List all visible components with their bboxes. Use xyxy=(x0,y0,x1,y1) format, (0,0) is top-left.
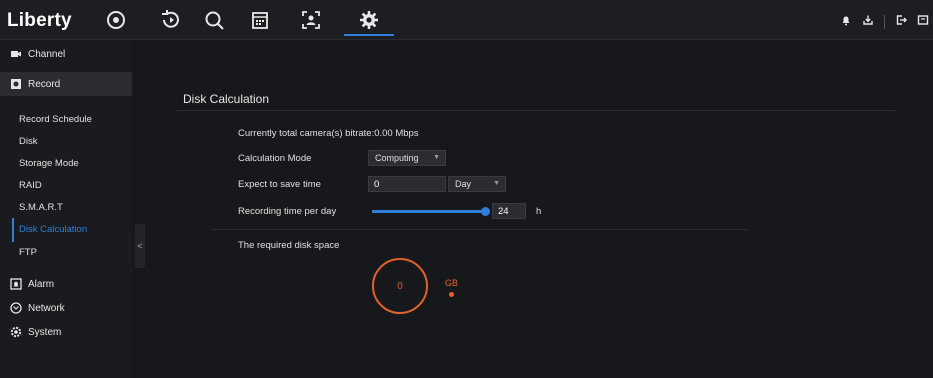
calculation-mode-value: Computing xyxy=(375,153,419,163)
search-icon[interactable] xyxy=(203,9,225,31)
sidebar-item-alarm[interactable]: Alarm xyxy=(0,272,132,296)
chevron-down-icon: ▼ xyxy=(433,154,440,161)
required-disk-space-label: The required disk space xyxy=(238,240,340,251)
expect-save-unit-select[interactable]: Day ▼ xyxy=(448,176,506,192)
disk-space-dot xyxy=(449,292,454,297)
main-content: Disk Calculation Currently total camera(… xyxy=(150,40,933,378)
disk-space-value: 0 xyxy=(397,280,403,292)
sidebar-item-system[interactable]: System xyxy=(0,320,132,344)
sidebar-subitem-smart[interactable]: S.M.A.R.T xyxy=(19,202,63,213)
sidebar-subitem-ftp[interactable]: FTP xyxy=(19,247,37,258)
chevron-down-icon: ▼ xyxy=(493,180,500,187)
sidebar-subitem-raid[interactable]: RAID xyxy=(19,180,42,191)
calculation-mode-select[interactable]: Computing ▼ xyxy=(368,150,446,166)
alarm-bell-icon[interactable] xyxy=(840,13,852,31)
active-tab-indicator xyxy=(344,34,394,36)
settings-gear-icon[interactable] xyxy=(358,9,380,31)
slider-handle[interactable] xyxy=(481,207,490,216)
system-gear-icon xyxy=(10,326,22,338)
header-separator xyxy=(884,15,885,29)
expect-save-time-input[interactable]: 0 xyxy=(368,176,446,192)
face-recognition-icon[interactable] xyxy=(300,9,322,31)
expect-save-time-label: Expect to save time xyxy=(238,179,321,190)
sidebar-item-record[interactable]: Record xyxy=(0,72,132,96)
sidebar-subitem-record-schedule[interactable]: Record Schedule xyxy=(19,114,92,125)
fullscreen-icon[interactable] xyxy=(917,13,929,31)
alarm-icon xyxy=(10,278,22,290)
download-icon[interactable] xyxy=(862,13,874,31)
disk-space-ring: 0 xyxy=(372,258,428,314)
slider-fill xyxy=(372,210,486,213)
header-actions xyxy=(840,13,933,31)
sidebar: Channel Record Record Schedule Disk Stor… xyxy=(0,40,132,378)
top-bar: Liberty xyxy=(0,0,933,40)
page-title: Disk Calculation xyxy=(183,92,270,106)
sidebar-item-label: Channel xyxy=(28,48,66,60)
live-view-icon[interactable] xyxy=(105,9,127,31)
title-divider xyxy=(177,110,895,111)
record-icon xyxy=(10,78,22,90)
sidebar-item-label: Alarm xyxy=(28,278,55,290)
expect-save-unit-value: Day xyxy=(455,179,472,189)
sidebar-subitem-disk-calculation[interactable]: Disk Calculation xyxy=(19,224,87,235)
sidebar-item-label: Network xyxy=(28,302,65,314)
calendar-icon[interactable] xyxy=(249,9,271,31)
recording-time-slider[interactable] xyxy=(372,207,490,216)
section-divider xyxy=(212,229,747,230)
sidebar-item-label: System xyxy=(28,326,62,338)
sidebar-subitem-disk[interactable]: Disk xyxy=(19,136,37,147)
bitrate-text: Currently total camera(s) bitrate:0.00 M… xyxy=(238,128,419,139)
sidebar-collapse-toggle[interactable]: < xyxy=(135,224,145,268)
calculation-mode-label: Calculation Mode xyxy=(238,153,312,164)
sidebar-item-channel[interactable]: Channel xyxy=(0,42,132,66)
camera-icon xyxy=(10,48,22,60)
logout-icon[interactable] xyxy=(895,13,907,31)
playback-icon[interactable] xyxy=(160,9,182,31)
recording-time-input[interactable]: 24 xyxy=(492,203,526,219)
recording-time-unit: h xyxy=(536,206,542,217)
network-icon xyxy=(10,302,22,314)
sidebar-subitem-storage-mode[interactable]: Storage Mode xyxy=(19,158,79,169)
active-subitem-indicator xyxy=(12,218,14,242)
brand-logo: Liberty xyxy=(7,10,72,31)
disk-space-unit: GB xyxy=(445,278,459,288)
sidebar-item-label: Record xyxy=(28,78,61,90)
recording-time-label: Recording time per day xyxy=(238,206,337,217)
sidebar-item-network[interactable]: Network xyxy=(0,296,132,320)
